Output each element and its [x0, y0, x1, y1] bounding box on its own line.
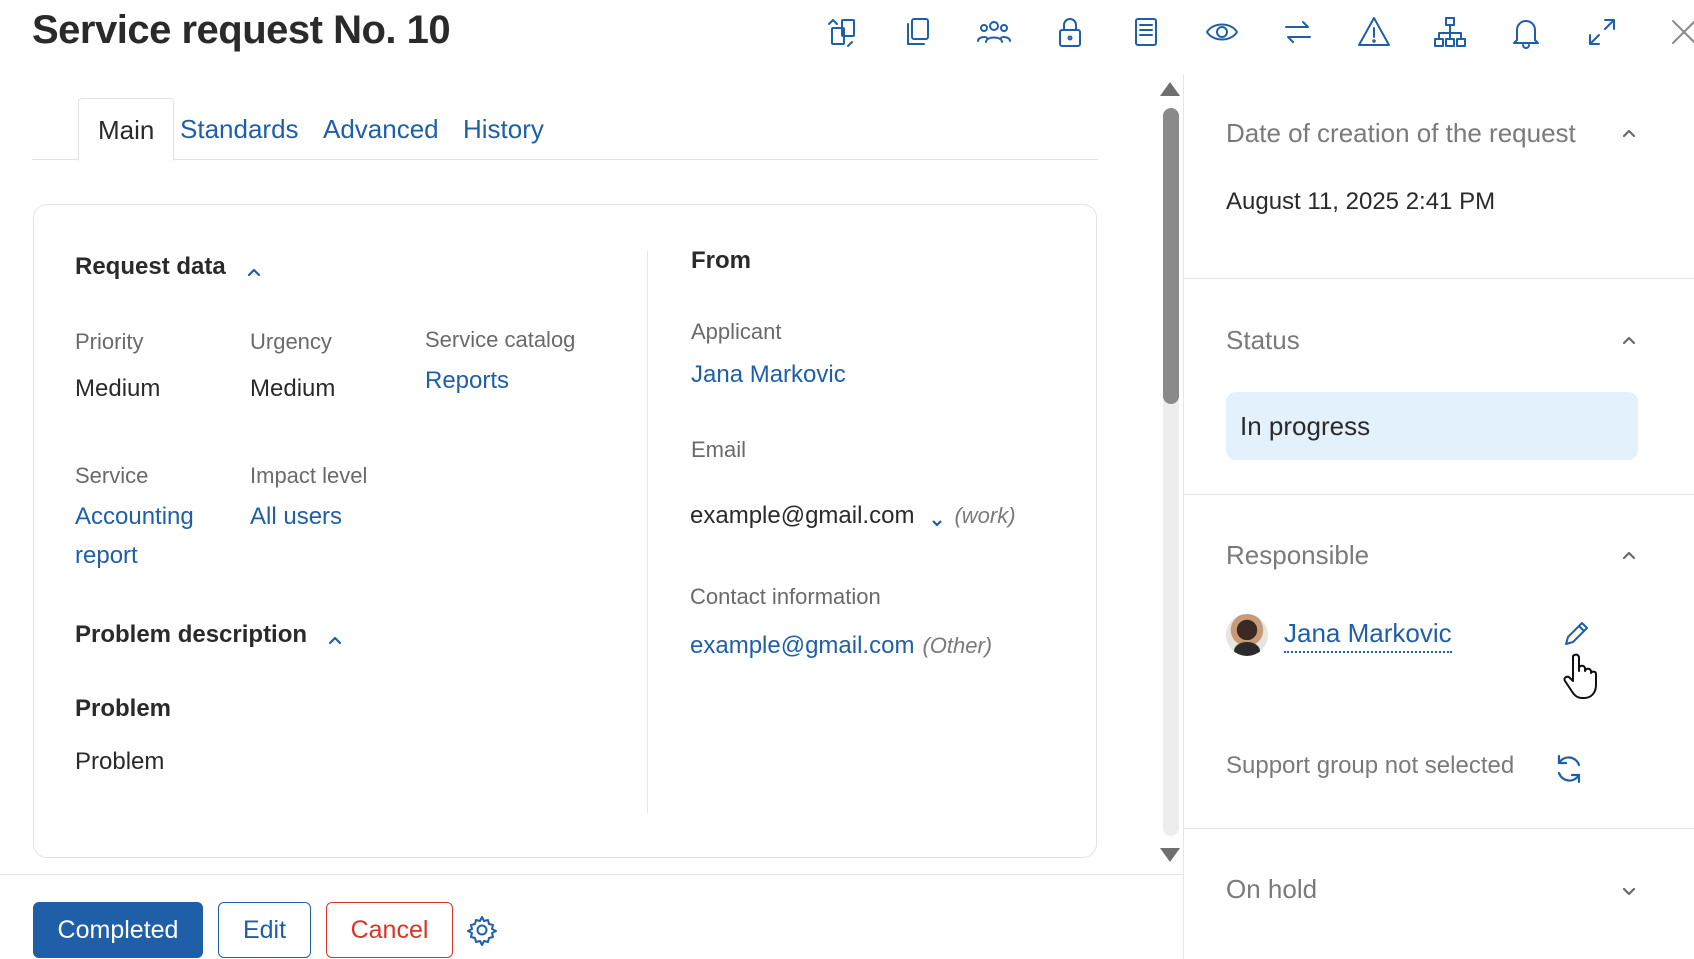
- right-panel-divider: [1183, 74, 1184, 959]
- column-divider: [647, 251, 648, 813]
- tab-advanced[interactable]: Advanced: [304, 98, 458, 160]
- impact-level-label: Impact level: [250, 463, 368, 488]
- bell-icon[interactable]: [1506, 12, 1546, 52]
- warning-icon[interactable]: [1354, 12, 1394, 52]
- on-hold-header[interactable]: On hold: [1226, 874, 1317, 905]
- date-of-creation-header[interactable]: Date of creation of the request: [1226, 118, 1576, 149]
- request-data-title: Request data: [75, 253, 226, 280]
- responsible-name-link[interactable]: Jana Markovic: [1284, 618, 1452, 653]
- refresh-icon[interactable]: [1552, 752, 1586, 786]
- priority-label: Priority: [75, 329, 144, 354]
- tab-bar: Main Standards Advanced History: [32, 98, 1098, 161]
- service-link-line-2: report: [75, 542, 138, 569]
- service-link[interactable]: Accounting report: [75, 497, 194, 575]
- email-type: (work): [954, 503, 1016, 528]
- priority-value: Medium: [75, 375, 161, 402]
- toolbar: [822, 12, 1658, 52]
- chevron-down-icon[interactable]: [1620, 882, 1638, 900]
- problem-description-section[interactable]: Problem description: [75, 621, 343, 649]
- email-label: Email: [691, 437, 747, 462]
- pencil-icon[interactable]: [1560, 618, 1592, 650]
- tab-history[interactable]: History: [444, 98, 563, 160]
- scrollbar-thumb[interactable]: [1163, 108, 1179, 404]
- divider: [1183, 278, 1694, 279]
- expand-icon[interactable]: [1582, 12, 1622, 52]
- lock-icon[interactable]: [1050, 12, 1090, 52]
- applicant-link[interactable]: Jana Markovic: [691, 355, 846, 394]
- email-value: example@gmail.com: [690, 502, 915, 529]
- convert-icon[interactable]: [822, 12, 862, 52]
- edit-button[interactable]: Edit: [218, 902, 311, 958]
- book-icon[interactable]: [1126, 12, 1166, 52]
- email-row: example@gmail.com (work): [690, 502, 1016, 530]
- chevron-up-icon[interactable]: [1620, 546, 1638, 564]
- problem-heading: Problem: [75, 695, 172, 722]
- hierarchy-icon[interactable]: [1430, 12, 1470, 52]
- transfer-icon[interactable]: [1278, 12, 1318, 52]
- chevron-up-icon[interactable]: [1620, 124, 1638, 142]
- tab-main[interactable]: Main: [78, 98, 175, 161]
- chevron-up-icon[interactable]: [246, 259, 262, 277]
- service-request-page: Service request No. 10 Main Standards Ad…: [0, 0, 1694, 959]
- scroll-up-arrow[interactable]: [1160, 82, 1180, 96]
- cancel-button[interactable]: Cancel: [326, 902, 453, 958]
- chevron-down-icon[interactable]: [930, 509, 944, 527]
- divider: [1183, 494, 1694, 495]
- applicant-label: Applicant: [691, 319, 782, 344]
- main-card: Request data Priority Medium Urgency Med…: [33, 204, 1097, 858]
- status-badge[interactable]: In progress: [1226, 392, 1638, 460]
- chevron-up-icon[interactable]: [327, 627, 343, 645]
- footer-divider: [0, 874, 1183, 875]
- date-of-creation-value: August 11, 2025 2:41 PM: [1226, 188, 1496, 215]
- scroll-down-arrow[interactable]: [1160, 848, 1180, 862]
- request-data-section[interactable]: Request data: [75, 253, 262, 281]
- tab-standards[interactable]: Standards: [161, 98, 318, 160]
- from-title: From: [691, 247, 751, 274]
- avatar: [1226, 614, 1268, 656]
- users-icon[interactable]: [974, 12, 1014, 52]
- completed-button[interactable]: Completed: [33, 902, 203, 958]
- service-label: Service: [75, 463, 149, 488]
- hand-cursor-icon: [1560, 652, 1600, 700]
- problem-description-title: Problem description: [75, 621, 308, 648]
- problem-value: Problem: [75, 748, 165, 775]
- copy-icon[interactable]: [898, 12, 938, 52]
- urgency-label: Urgency: [250, 329, 332, 354]
- gear-icon[interactable]: [466, 914, 498, 946]
- eye-icon[interactable]: [1202, 12, 1242, 52]
- page-title: Service request No. 10: [32, 8, 451, 52]
- service-link-line-1: Accounting: [75, 503, 194, 530]
- chevron-up-icon[interactable]: [1620, 331, 1638, 349]
- contact-row: example@gmail.com (Other): [690, 632, 992, 660]
- service-catalog-label: Service catalog: [425, 327, 576, 352]
- contact-information-label: Contact information: [690, 584, 881, 609]
- divider: [1183, 828, 1694, 829]
- contact-email-link[interactable]: example@gmail.com: [690, 632, 914, 660]
- service-catalog-link[interactable]: Reports: [425, 361, 509, 400]
- responsible-header[interactable]: Responsible: [1226, 540, 1369, 571]
- support-group-text: Support group not selected: [1226, 752, 1515, 779]
- close-icon[interactable]: [1664, 12, 1694, 52]
- urgency-value: Medium: [250, 375, 336, 402]
- contact-type: (Other): [922, 633, 993, 658]
- status-header[interactable]: Status: [1226, 325, 1300, 356]
- impact-level-link[interactable]: All users: [250, 497, 342, 536]
